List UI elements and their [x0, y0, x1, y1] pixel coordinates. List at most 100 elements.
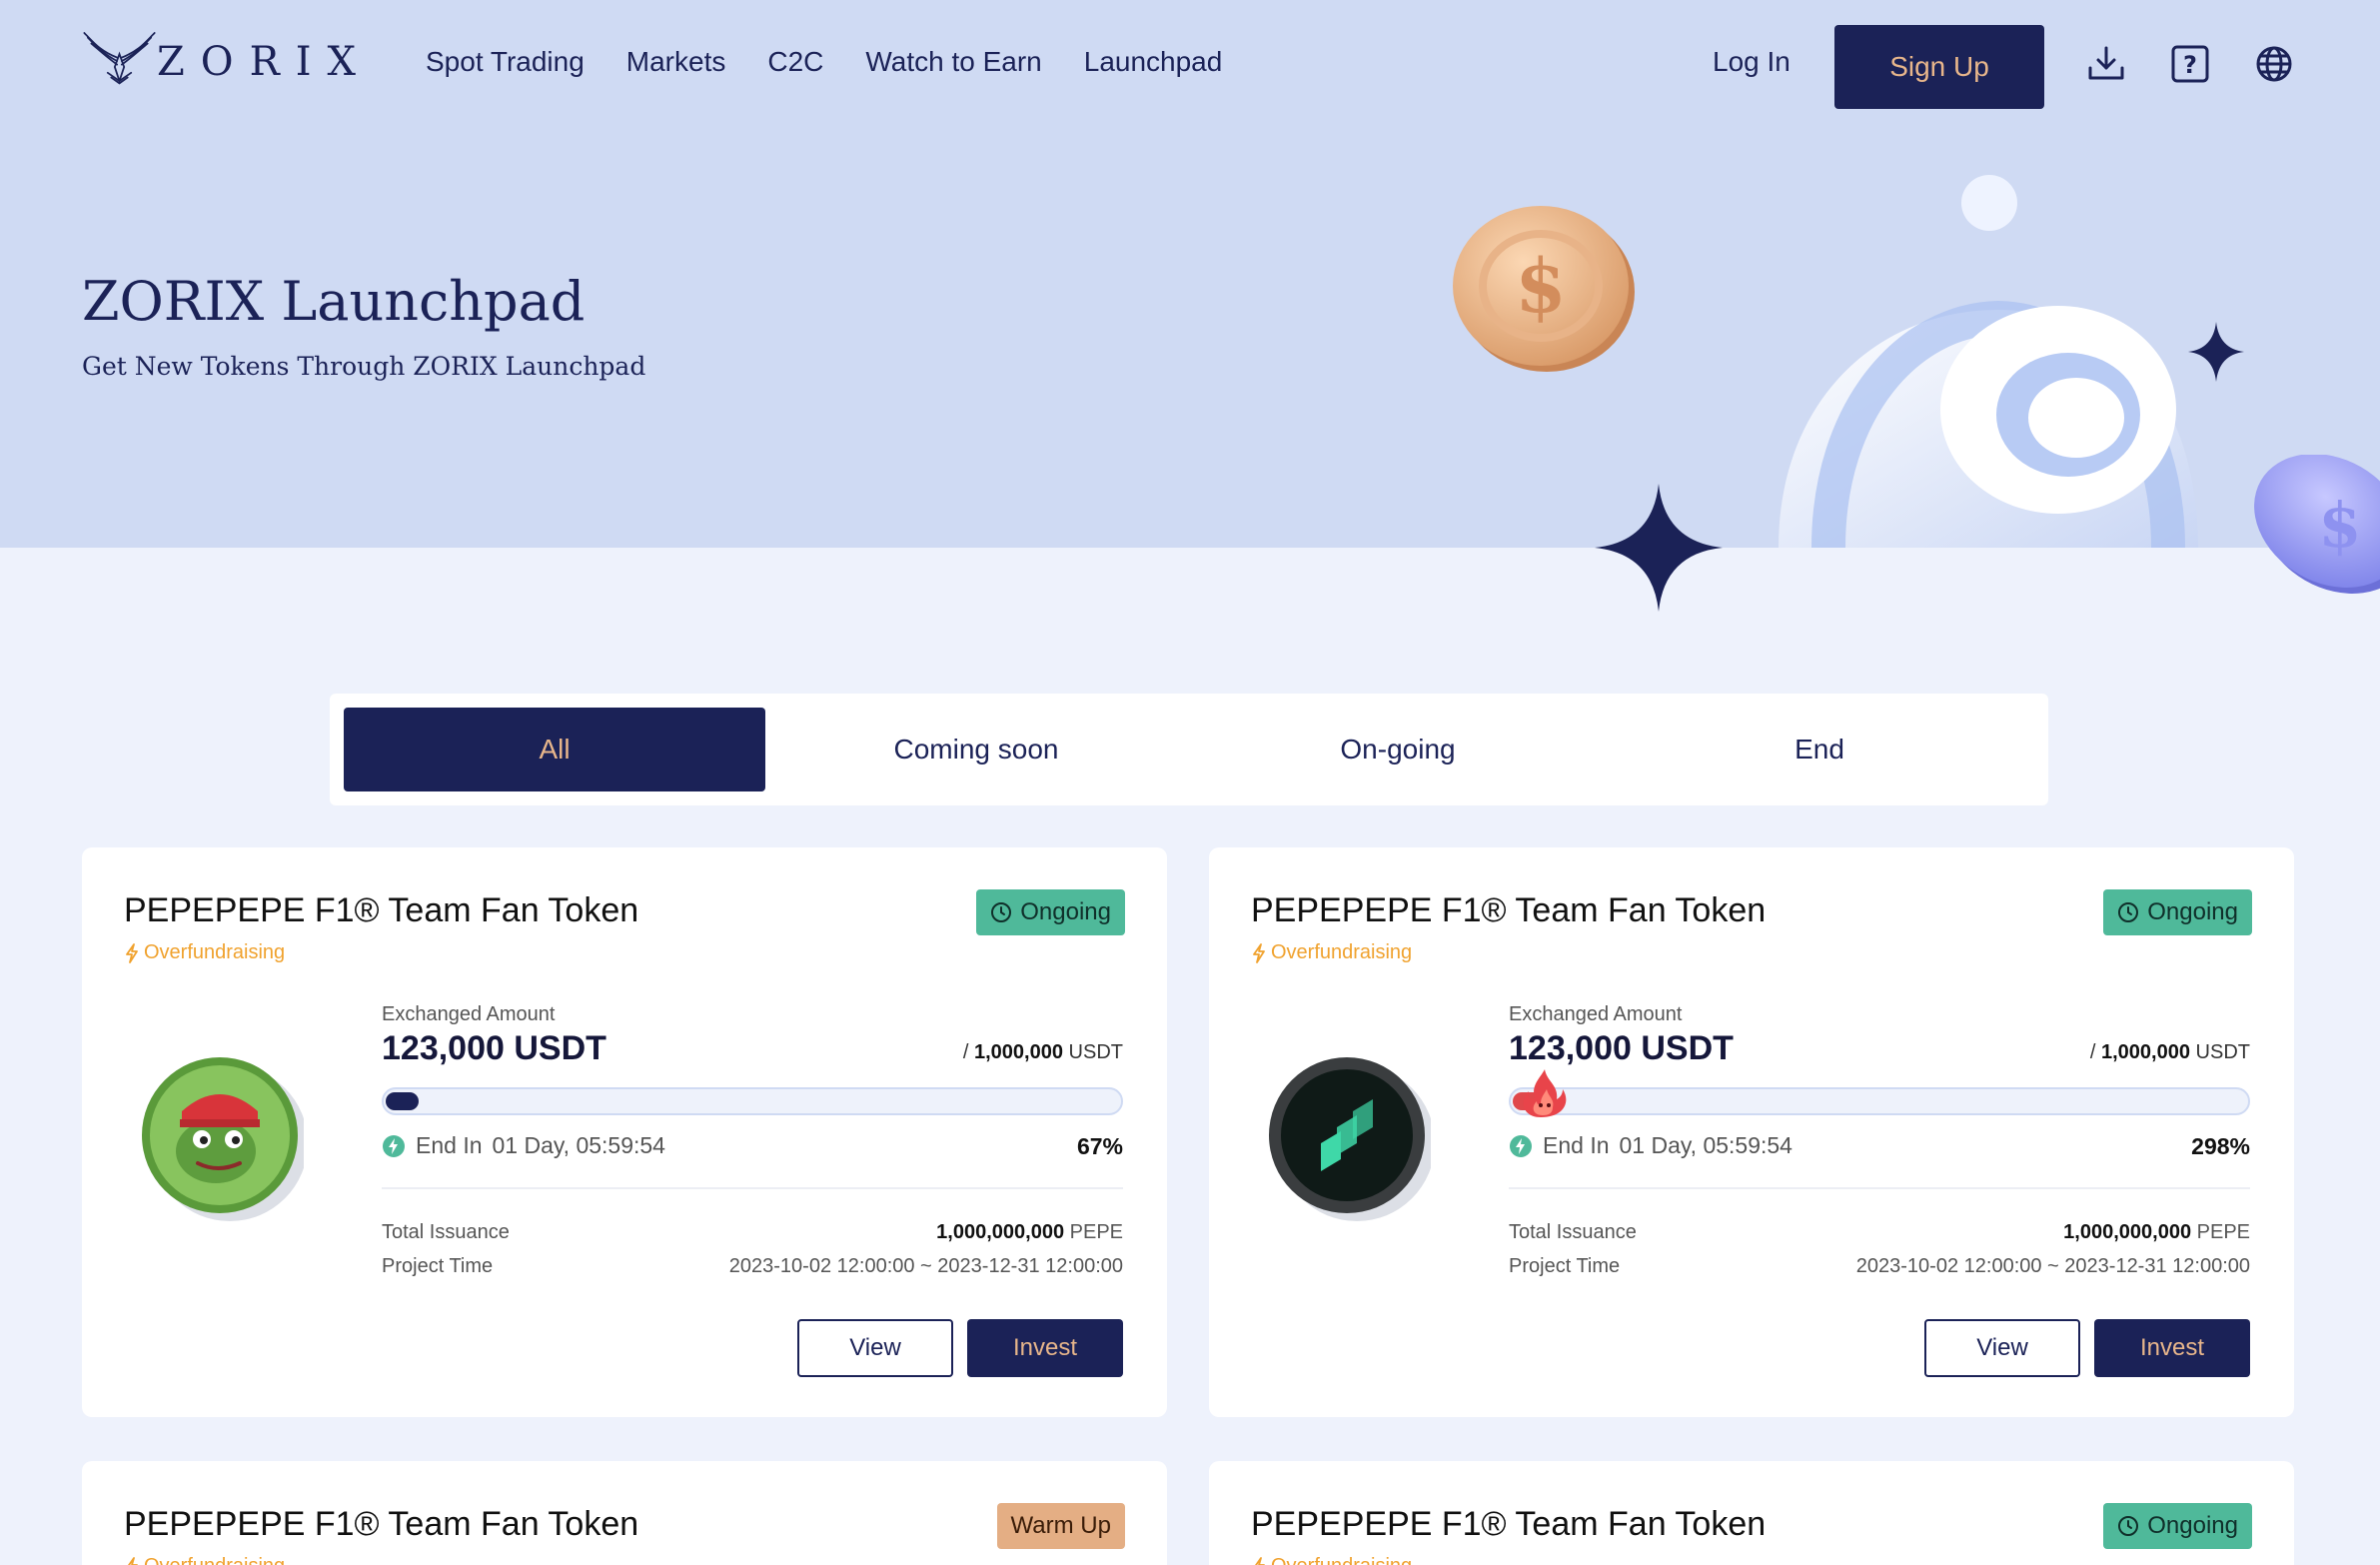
divider [382, 1187, 1123, 1189]
tab-all[interactable]: All [344, 708, 765, 791]
lightning-icon [126, 942, 138, 963]
status-label: Ongoing [2147, 1512, 2238, 1539]
issuance-value: 1,000,000,000 [936, 1221, 1065, 1243]
total-issuance: 1,000,000,000 PEPE [2063, 1221, 2250, 1244]
nav-launchpad[interactable]: Launchpad [1084, 46, 1223, 78]
target-amount: / 1,000,000 USDT [2090, 1041, 2250, 1064]
issuance-value: 1,000,000,000 [2063, 1221, 2192, 1243]
status-label: Warm Up [1010, 1512, 1111, 1539]
status-label: Ongoing [2147, 898, 2238, 925]
target-prefix: / [2089, 1041, 2096, 1063]
clock-icon [2118, 902, 2139, 922]
status-badge: Ongoing [976, 889, 1125, 935]
project-card: PEPEPEPE F1® Team Fan Token Overfundrais… [1209, 847, 2294, 1417]
page-subtitle: Get New Tokens Through ZORIX Launchpad [82, 352, 646, 381]
svg-text:$: $ [1515, 244, 1567, 330]
clock-icon [2118, 1516, 2139, 1536]
project-title: PEPEPEPE F1® Team Fan Token [124, 891, 639, 929]
status-label: Ongoing [1020, 898, 1111, 925]
status-badge: Ongoing [2103, 889, 2252, 935]
overfundraising-tag: Overfundraising [1251, 1555, 1412, 1565]
main-nav: Spot Trading Markets C2C Watch to Earn L… [426, 46, 1222, 78]
overfundraising-label: Overfundraising [1271, 941, 1413, 963]
project-title: PEPEPEPE F1® Team Fan Token [1251, 891, 1767, 929]
nav-c2c[interactable]: C2C [767, 46, 823, 78]
sparkle-large-decoration [1595, 484, 1723, 612]
project-time: 2023-10-02 12:00:00 ~ 2023-12-31 12:00:0… [1855, 1255, 2250, 1277]
compound-coin-icon [1269, 1057, 1431, 1221]
signup-button[interactable]: Sign Up [1834, 25, 2044, 109]
overfundraising-tag: Overfundraising [124, 941, 285, 964]
end-in-label: End In [416, 1132, 483, 1158]
total-issuance: 1,000,000,000 PEPE [936, 1221, 1123, 1244]
invest-button[interactable]: Invest [967, 1319, 1123, 1377]
lightning-circle-icon [1510, 1134, 1532, 1157]
progress-percent: 67% [1076, 1133, 1123, 1159]
page-title: ZORIX Launchpad [82, 270, 586, 333]
purple-coin-decoration: $ [2254, 455, 2380, 594]
issuance-unit: PEPE [2196, 1221, 2250, 1243]
svg-text:?: ? [2183, 51, 2197, 79]
project-time: 2023-10-02 12:00:00 ~ 2023-12-31 12:00:0… [728, 1255, 1123, 1277]
project-time-label: Project Time [1509, 1255, 1621, 1277]
lightning-icon [1253, 942, 1265, 963]
exchanged-amount: 123,000 USDT [382, 1029, 606, 1067]
tab-end[interactable]: End [1609, 708, 2030, 791]
target-amount: / 1,000,000 USDT [963, 1041, 1123, 1064]
download-icon[interactable] [2086, 44, 2126, 84]
pepe-coin-icon [142, 1057, 304, 1221]
target-unit: USDT [2195, 1041, 2250, 1063]
filter-tabs: All Coming soon On-going End [330, 694, 2048, 805]
end-in-label: End In [1543, 1132, 1610, 1158]
project-card: PEPEPEPE F1® Team Fan Token Overfundrais… [1209, 1461, 2294, 1565]
help-icon[interactable]: ? [2170, 44, 2210, 84]
overfundraising-label: Overfundraising [1271, 1555, 1412, 1565]
total-issuance-label: Total Issuance [382, 1221, 510, 1243]
sparkle-small-decoration [2188, 322, 2244, 382]
progress-percent: 298% [2191, 1133, 2250, 1159]
lightning-icon [1254, 1556, 1265, 1565]
overfundraising-tag: Overfundraising [1251, 941, 1412, 964]
view-button[interactable]: View [797, 1319, 953, 1377]
countdown: End In 01 Day, 05:59:54 [382, 1132, 665, 1159]
overfundraising-tag: Overfundraising [124, 1555, 285, 1565]
tab-coming-soon[interactable]: Coming soon [765, 708, 1187, 791]
project-card: PEPEPEPE F1® Team Fan Token Overfundrais… [82, 847, 1167, 1417]
globe-icon[interactable] [2254, 44, 2294, 84]
small-bubble-decoration [1961, 175, 2017, 231]
tab-on-going[interactable]: On-going [1187, 708, 1609, 791]
progress-bar [382, 1087, 1123, 1115]
target-unit: USDT [1068, 1041, 1123, 1063]
countdown: End In 01 Day, 05:59:54 [1509, 1132, 1792, 1159]
total-issuance-label: Total Issuance [1509, 1221, 1637, 1243]
hero-banner: $ $ ZORIX Spot Trading Markets C2C Watch… [0, 0, 2380, 594]
target-value: 1,000,000 [974, 1041, 1063, 1063]
login-link[interactable]: Log In [1713, 46, 1790, 78]
nav-watch-to-earn[interactable]: Watch to Earn [865, 46, 1041, 78]
lightning-circle-icon [383, 1134, 405, 1157]
project-time-label: Project Time [382, 1255, 494, 1277]
project-card: PEPEPEPE F1® Team Fan Token Overfundrais… [82, 1461, 1167, 1565]
issuance-unit: PEPE [1069, 1221, 1123, 1243]
nav-markets[interactable]: Markets [626, 46, 726, 78]
exchanged-amount-label: Exchanged Amount [382, 1003, 556, 1025]
zorix-logo[interactable]: ZORIX [82, 12, 372, 102]
progress-bar [1509, 1069, 2250, 1117]
gold-coin-decoration: $ [1453, 206, 1635, 372]
status-badge: Ongoing [2103, 1503, 2252, 1549]
overfundraising-label: Overfundraising [144, 941, 286, 963]
exchanged-amount-label: Exchanged Amount [1509, 1003, 1683, 1025]
overfundraising-label: Overfundraising [144, 1555, 285, 1565]
exchanged-amount: 123,000 USDT [1509, 1029, 1734, 1067]
invest-button[interactable]: Invest [2094, 1319, 2250, 1377]
target-value: 1,000,000 [2101, 1041, 2190, 1063]
status-badge: Warm Up [996, 1503, 1125, 1549]
countdown-value: 01 Day, 05:59:54 [1619, 1132, 1792, 1158]
project-title: PEPEPEPE F1® Team Fan Token [1251, 1505, 1767, 1543]
eagle-logo-icon [83, 32, 156, 85]
progress-fill [386, 1092, 419, 1110]
view-button[interactable]: View [1924, 1319, 2080, 1377]
nav-spot-trading[interactable]: Spot Trading [426, 46, 585, 78]
project-title: PEPEPEPE F1® Team Fan Token [124, 1505, 639, 1543]
brand-name: ZORIX [157, 39, 372, 85]
